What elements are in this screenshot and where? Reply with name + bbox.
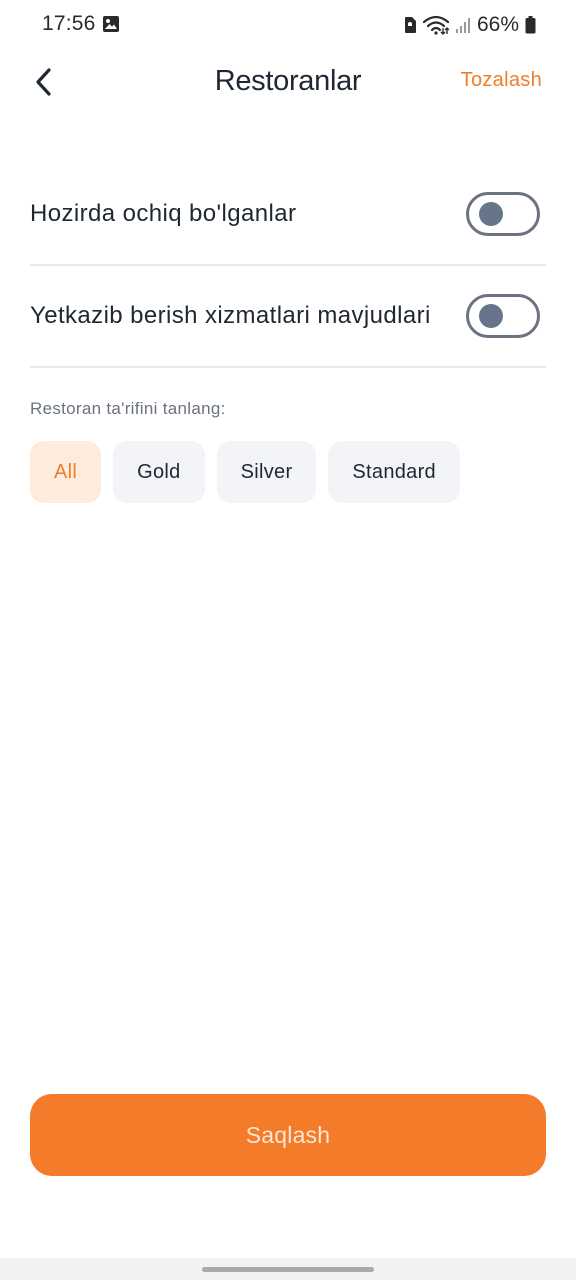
save-button[interactable]: Saqlash [30, 1094, 546, 1176]
sim-icon [404, 17, 416, 33]
tier-chip-gold[interactable]: Gold [113, 441, 205, 503]
tier-section-label: Restoran ta'rifini tanlang: [30, 399, 226, 418]
screen: 17:56 66% Restoranlar Tozalash Hozirda o… [0, 0, 576, 1280]
open-now-toggle[interactable] [466, 192, 540, 236]
tier-chip-all[interactable]: All [30, 441, 102, 503]
header: Restoranlar Tozalash [0, 56, 576, 112]
status-bar: 17:56 66% [0, 0, 576, 50]
delivery-toggle[interactable] [466, 294, 540, 338]
delivery-filter-row: Yetkazib berish xizmatlari mavjudlari [30, 266, 546, 368]
signal-icon [455, 18, 470, 33]
toggle-knob [479, 304, 503, 328]
wifi-icon [422, 15, 449, 35]
status-icons: 66% [403, 12, 536, 38]
open-now-filter-row: Hozirda ochiq bo'lganlar [30, 164, 546, 266]
gallery-icon [103, 16, 119, 32]
battery-icon [525, 16, 536, 34]
home-indicator[interactable] [202, 1267, 374, 1272]
delivery-label: Yetkazib berish xizmatlari mavjudlari [30, 302, 431, 329]
clear-button[interactable]: Tozalash [461, 69, 542, 92]
battery-percent: 66% [476, 13, 519, 36]
tier-chips: All Gold Silver Standard [30, 441, 460, 503]
status-time: 17:56 [42, 12, 96, 35]
toggle-knob [479, 202, 503, 226]
tier-chip-silver[interactable]: Silver [216, 441, 317, 503]
open-now-label: Hozirda ochiq bo'lganlar [30, 200, 297, 227]
system-nav-bar [0, 1258, 576, 1280]
tier-chip-standard[interactable]: Standard [328, 441, 460, 503]
